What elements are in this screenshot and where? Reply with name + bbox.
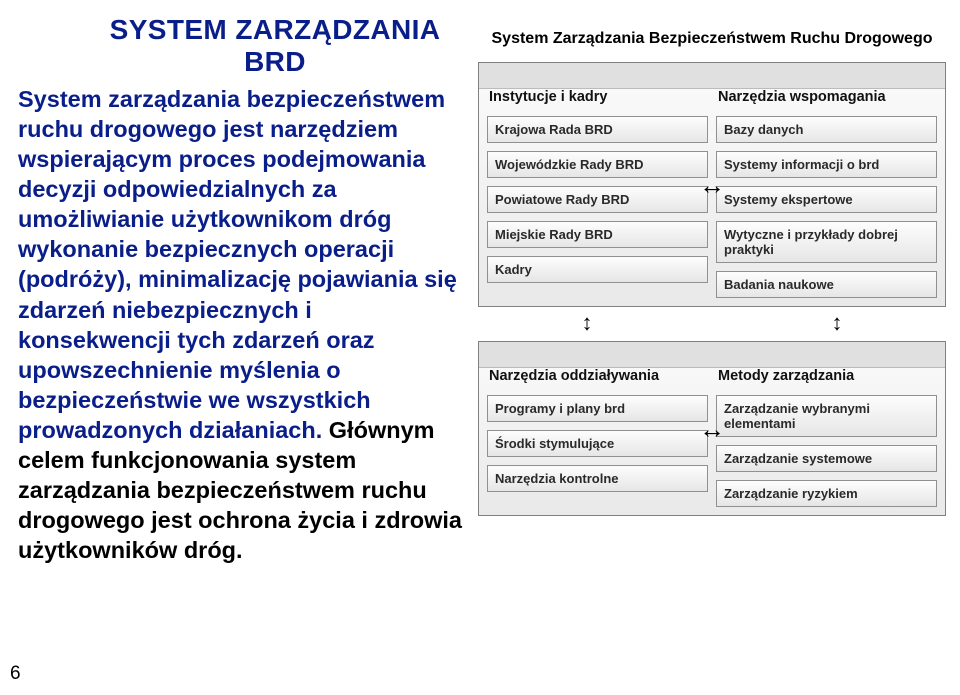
panel: Zarządzanie ryzykiem [716, 480, 937, 507]
panel: Zarządzanie wybranymi elementami [716, 395, 937, 437]
page-number: 6 [10, 663, 21, 685]
top-right-col: Narzędzia wspomagania Bazy danych System… [716, 89, 937, 298]
panel: Zarządzanie systemowe [716, 445, 937, 472]
panel: Krajowa Rada BRD [487, 116, 708, 143]
panel: Systemy ekspertowe [716, 186, 937, 213]
panel: Narzędzia kontrolne [487, 465, 708, 492]
panel: Bazy danych [716, 116, 937, 143]
bottom-left-col: Narzędzia oddziaływania Programy i plany… [487, 368, 708, 507]
top-left-col: Instytucje i kadry Krajowa Rada BRD Woje… [487, 89, 708, 298]
diagram-top-block: Instytucje i kadry Krajowa Rada BRD Woje… [478, 62, 946, 307]
body-text: System zarządzania bezpieczeństwem ruchu… [18, 84, 462, 565]
diagram-title: System Zarządzania Bezpieczeństwem Ruchu… [478, 30, 946, 48]
panel: Powiatowe Rady BRD [487, 186, 708, 213]
arrow-horizontal-icon: ↔ [699, 172, 725, 198]
paragraph-blue: System zarządzania bezpieczeństwem ruchu… [18, 86, 457, 443]
diagram-bottom-block: Narzędzia oddziaływania Programy i plany… [478, 341, 946, 516]
slide-title: SYSTEM ZARZĄDZANIA BRD [88, 14, 462, 78]
arrow-vertical-icon: ↕ [831, 310, 842, 336]
panel: Środki stymulujące [487, 430, 708, 457]
bottom-right-col: Metody zarządzania Zarządzanie wybranymi… [716, 368, 937, 507]
panel: Wojewódzkie Rady BRD [487, 151, 708, 178]
bottom-left-header: Narzędzia oddziaływania [487, 368, 708, 387]
diagram-column: System Zarządzania Bezpieczeństwem Ruchu… [470, 0, 960, 695]
spacer [478, 313, 946, 335]
arrow-horizontal-icon: ↔ [699, 416, 725, 442]
panel: Miejskie Rady BRD [487, 221, 708, 248]
panel: Systemy informacji o brd [716, 151, 937, 178]
panel: Programy i plany brd [487, 395, 708, 422]
text-column: SYSTEM ZARZĄDZANIA BRD System zarządzani… [0, 0, 470, 695]
top-right-header: Narzędzia wspomagania [716, 89, 937, 108]
slide: SYSTEM ZARZĄDZANIA BRD System zarządzani… [0, 0, 960, 695]
arrow-vertical-icon: ↕ [582, 310, 593, 336]
panel: Badania naukowe [716, 271, 937, 298]
bottom-right-header: Metody zarządzania [716, 368, 937, 387]
panel: Kadry [487, 256, 708, 283]
panel: Wytyczne i przykłady dobrej praktyki [716, 221, 937, 263]
top-left-header: Instytucje i kadry [487, 89, 708, 108]
